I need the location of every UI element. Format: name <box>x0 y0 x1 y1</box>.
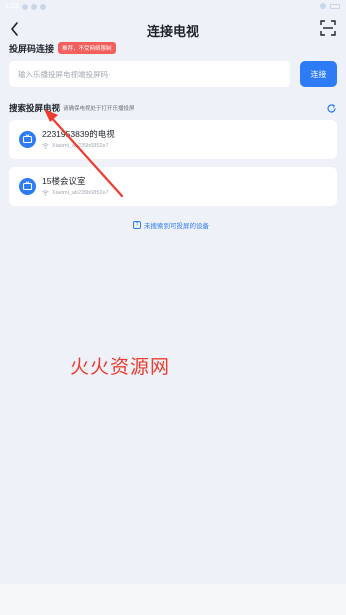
refresh-button[interactable] <box>326 101 337 113</box>
tv-icon <box>19 131 36 148</box>
device-not-found-link[interactable]: ? 未搜索到可投屏的设备 <box>133 220 209 230</box>
device-name: 2231953839的电视 <box>42 129 115 139</box>
battery-icon <box>330 3 340 9</box>
search-section-header: 搜索投屏电视 请确保电视处于打开乐播投屏 <box>9 101 337 115</box>
device-item[interactable]: 15楼会议室 Xiaomi_ab235b6852e7 <box>9 167 337 206</box>
scan-icon <box>320 20 336 36</box>
notification-icon <box>30 3 37 10</box>
device-name: 15楼会议室 <box>42 176 86 186</box>
cast-code-input[interactable] <box>9 61 290 87</box>
device-ssid: Xiaomi_ab235b6852e7 <box>52 143 109 149</box>
nav-bar: 连接电视 <box>0 14 346 44</box>
refresh-icon <box>327 104 336 113</box>
connect-button[interactable]: 连接 <box>300 61 337 87</box>
code-section-header: 投屏码连接 推荐，不受网络限制 <box>9 41 116 55</box>
wifi-icon <box>42 190 49 196</box>
search-section-title: 搜索投屏电视 <box>9 103 61 113</box>
page-title: 连接电视 <box>146 24 199 39</box>
scan-button[interactable] <box>320 20 336 36</box>
device-ssid: Xiaomi_ab235b6852e7 <box>52 190 109 196</box>
code-section-title: 投屏码连接 <box>9 43 55 54</box>
status-time: 1:13 <box>5 3 19 10</box>
notification-icon <box>21 3 28 10</box>
search-hint: 请确保电视处于打开乐播投屏 <box>63 106 135 112</box>
device-item[interactable]: 2231953839的电视 Xiaomi_ab235b6852e7 <box>9 120 337 159</box>
device-network: Xiaomi_ab235b6852e7 <box>42 190 109 196</box>
signal-icon <box>320 3 326 9</box>
bottom-area <box>0 584 346 615</box>
help-icon: ? <box>133 221 141 229</box>
notification-icon <box>39 3 46 10</box>
watermark: 火火资源网 <box>70 356 171 378</box>
recommend-badge: 推荐，不受网络限制 <box>58 42 116 54</box>
status-bar: 1:13 <box>0 0 346 14</box>
device-network: Xiaomi_ab235b6852e7 <box>42 143 109 149</box>
tv-icon <box>19 178 36 195</box>
annotation-arrow <box>44 109 124 198</box>
device-not-found-text: 未搜索到可投屏的设备 <box>144 223 209 230</box>
wifi-icon <box>42 143 49 149</box>
